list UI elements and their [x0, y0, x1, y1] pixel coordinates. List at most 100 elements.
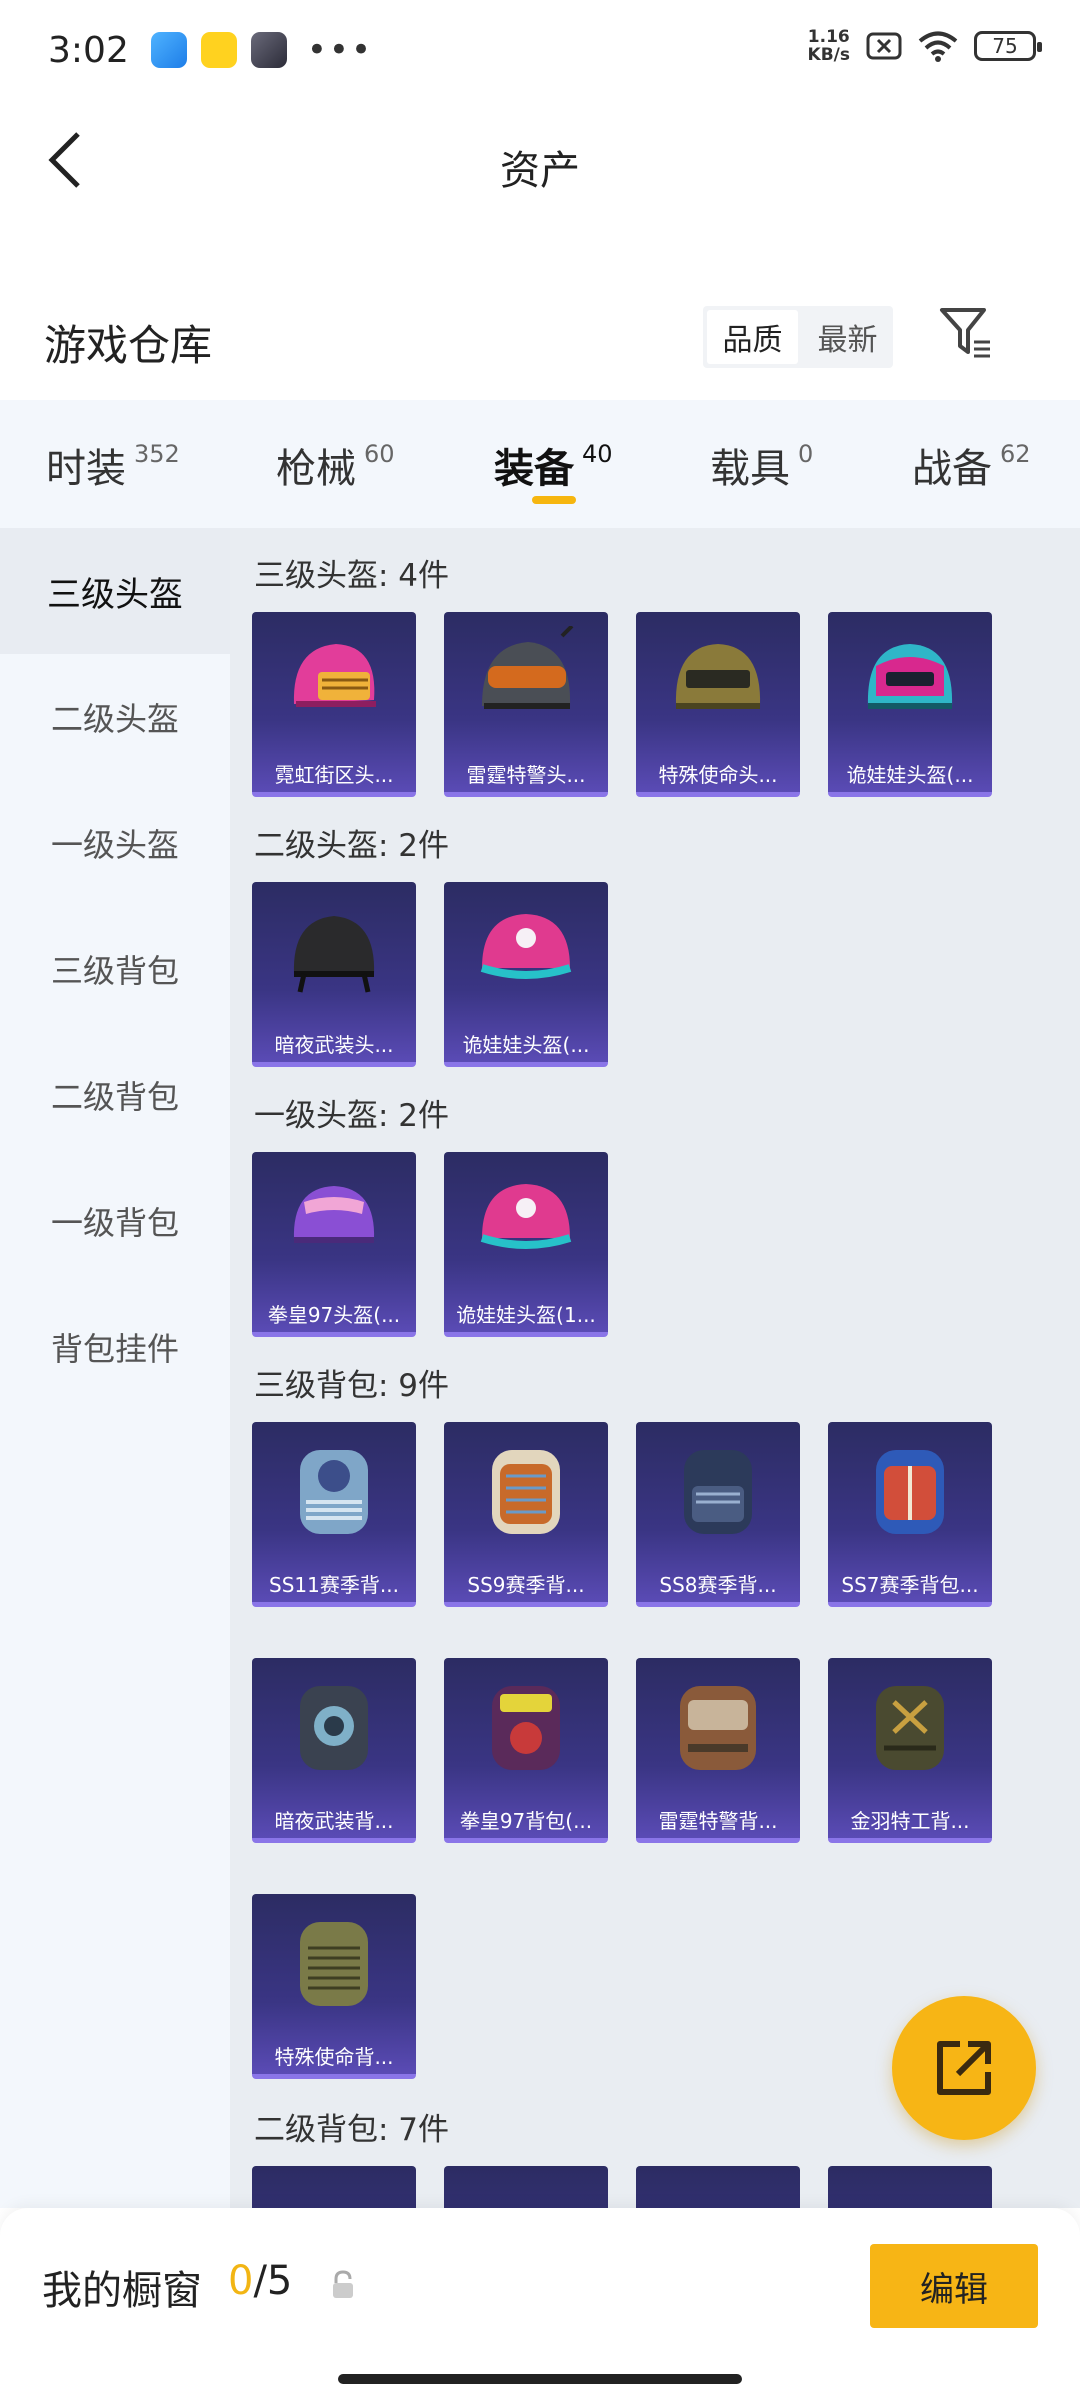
tab-count: 62 — [1000, 440, 1031, 468]
tab-equipment[interactable]: 装备 40 — [494, 436, 613, 494]
backpack-icon — [300, 1450, 368, 1534]
share-button[interactable] — [892, 1996, 1036, 2140]
tab-fashion[interactable]: 时装 352 — [46, 436, 180, 494]
sidebar-item-level1-helmet[interactable]: 一级头盔 — [0, 780, 230, 906]
item-name: 暗夜武装头... — [274, 1033, 394, 1057]
item-name: 雷霆特警背... — [658, 1809, 778, 1833]
tab-count: 40 — [582, 440, 613, 468]
helmet-icon — [480, 1184, 572, 1249]
edit-button[interactable]: 编辑 — [870, 2244, 1038, 2328]
item-card[interactable]: SS11赛季背... — [252, 1422, 416, 1607]
showcase-total: /5 — [253, 2258, 293, 2304]
showcase-bar: 我的橱窗 0/5 编辑 — [0, 2208, 1080, 2400]
backpack-icon — [876, 1686, 944, 1770]
backpack-icon — [300, 1922, 368, 2006]
item-card[interactable]: SS8赛季背... — [636, 1422, 800, 1607]
item-card[interactable]: 拳皇97背包(... — [444, 1658, 608, 1843]
item-card[interactable] — [636, 2166, 800, 2208]
more-dots-icon: ••• — [306, 30, 374, 70]
showcase-count: 0/5 — [228, 2258, 292, 2304]
item-card[interactable]: 诡娃娃头盔(... — [444, 882, 608, 1067]
item-name: 暗夜武装背... — [274, 1809, 394, 1833]
backpack-icon — [876, 1450, 944, 1534]
item-name: 诡娃娃头盔(... — [462, 1033, 590, 1057]
item-card[interactable]: 暗夜武装头... — [252, 882, 416, 1067]
backpack-icon — [300, 1686, 368, 1770]
lock-icon — [333, 2270, 353, 2298]
item-name: SS8赛季背... — [659, 1573, 777, 1597]
tab-label: 装备 — [494, 446, 574, 492]
tab-weapons[interactable]: 枪械 60 — [276, 436, 395, 494]
tab-supplies[interactable]: 战备 62 — [912, 436, 1031, 494]
tab-count: 0 — [798, 440, 814, 468]
item-name: 拳皇97背包(... — [459, 1809, 593, 1833]
tab-label: 枪械 — [276, 446, 356, 492]
sidebar-item-level3-backpack[interactable]: 三级背包 — [0, 906, 230, 1032]
item-name: 特殊使命头... — [658, 763, 778, 787]
item-name: SS9赛季背... — [467, 1573, 585, 1597]
item-card[interactable]: SS7赛季背包... — [828, 1422, 992, 1607]
sidebar-item-level2-backpack[interactable]: 二级背包 — [0, 1032, 230, 1158]
sidebar-item-backpack-pendant[interactable]: 背包挂件 — [0, 1284, 230, 1410]
sidebar-item-level3-helmet[interactable]: 三级头盔 — [0, 528, 230, 654]
item-name: 拳皇97头盔(... — [267, 1303, 401, 1327]
item-card[interactable]: 拳皇97头盔(... — [252, 1152, 416, 1337]
active-tab-indicator — [532, 496, 576, 504]
tab-label: 战备 — [912, 446, 992, 492]
helmet-icon — [293, 1186, 375, 1243]
sort-newest-button[interactable]: 最新 — [802, 306, 893, 368]
item-card[interactable]: 诡娃娃头盔(1... — [444, 1152, 608, 1337]
speed-value: 1.16 — [807, 27, 850, 47]
tab-count: 60 — [364, 440, 395, 468]
showcase-label: 我的橱窗 — [42, 2268, 202, 2314]
helmet-icon — [293, 916, 375, 993]
filter-icon[interactable] — [938, 304, 994, 364]
item-card[interactable]: 雷霆特警头... — [444, 612, 608, 797]
item-card[interactable]: SS9赛季背... — [444, 1422, 608, 1607]
battery-icon: 75 — [974, 31, 1042, 61]
helmet-icon — [675, 644, 761, 709]
status-time: 3:02 — [48, 29, 129, 71]
sidebar-item-level1-backpack[interactable]: 一级背包 — [0, 1158, 230, 1284]
item-card[interactable]: 雷霆特警背... — [636, 1658, 800, 1843]
item-card[interactable]: 特殊使命头... — [636, 612, 800, 797]
status-bar: 3:02 ••• 1.16 KB/s 75 — [0, 0, 1080, 100]
helmet-icon — [867, 644, 953, 709]
showcase-current: 0 — [228, 2258, 254, 2304]
item-card[interactable]: 霓虹街区头... — [252, 612, 416, 797]
section-title: 三级背包: 9件 — [254, 1368, 450, 1404]
sort-quality-button[interactable]: 品质 — [707, 310, 798, 364]
item-name: 特殊使命背... — [274, 2045, 394, 2069]
item-card[interactable] — [444, 2166, 608, 2208]
item-name: 霓虹街区头... — [274, 763, 394, 787]
item-card[interactable]: 特殊使命背... — [252, 1894, 416, 2079]
nav-bar: 资产 — [0, 100, 1080, 220]
item-name: SS11赛季背... — [269, 1573, 399, 1597]
battery-level: 75 — [992, 34, 1018, 58]
app-icon-yellow — [200, 32, 237, 68]
wifi-icon — [918, 31, 958, 62]
category-tabs: 时装 352 枪械 60 装备 40 载具 0 战备 62 — [0, 400, 1080, 528]
section-title: 一级头盔: 2件 — [254, 1098, 450, 1134]
item-card[interactable]: 诡娃娃头盔(... — [828, 612, 992, 797]
item-name: 诡娃娃头盔(... — [846, 763, 974, 787]
app-icon-blue — [150, 32, 187, 68]
item-grid: 三级头盔: 4件 霓虹街区头... 雷霆特警头... 特殊使命头... 诡娃娃头… — [230, 528, 1080, 2208]
backpack-icon — [684, 1450, 752, 1534]
item-card[interactable]: 金羽特工背... — [828, 1658, 992, 1843]
item-name: 诡娃娃头盔(1... — [456, 1303, 596, 1327]
sort-toggle: 品质 最新 — [703, 306, 893, 368]
network-speed: 1.16 KB/s — [808, 28, 850, 64]
item-name: 金羽特工背... — [850, 1809, 970, 1833]
section-title: 二级背包: 7件 — [254, 2112, 450, 2148]
item-card[interactable] — [828, 2166, 992, 2208]
speed-unit: KB/s — [807, 45, 850, 65]
item-card[interactable] — [252, 2166, 416, 2208]
app-icon-avatar — [250, 32, 287, 68]
page-title: 资产 — [500, 148, 580, 194]
tab-count: 352 — [134, 440, 180, 468]
tab-vehicles[interactable]: 载具 0 — [710, 436, 813, 494]
helmet-icon — [480, 914, 572, 979]
sidebar-item-level2-helmet[interactable]: 二级头盔 — [0, 654, 230, 780]
item-card[interactable]: 暗夜武装背... — [252, 1658, 416, 1843]
